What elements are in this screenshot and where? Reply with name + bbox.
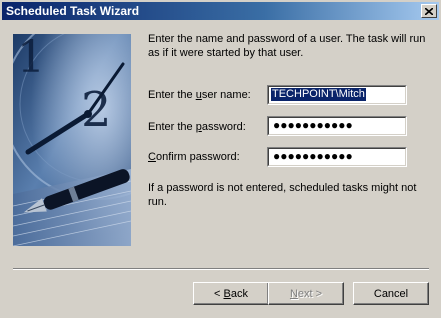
next-button-label: Next >: [290, 288, 322, 300]
clock-and-pen-illustration: 1 2: [13, 34, 131, 246]
next-button-access-key: N: [289, 287, 298, 300]
confirm-password-label: Confirm password:: [148, 151, 240, 163]
password-note: If a password is not entered, scheduled …: [148, 182, 417, 208]
username-label: Enter the user name:: [148, 89, 251, 101]
confirm-label-post: onfirm password:: [155, 151, 240, 163]
svg-text:2: 2: [81, 82, 112, 138]
intro-text: Enter the name and password of a user. T…: [148, 33, 426, 59]
username-label-pre: Enter the: [148, 89, 196, 101]
back-button[interactable]: < Back: [193, 282, 269, 305]
password-value: ●●●●●●●●●●●: [273, 118, 353, 132]
confirm-label-access-key: C: [148, 151, 156, 163]
window-title: Scheduled Task Wizard: [6, 4, 140, 18]
footer-separator: [13, 268, 429, 270]
next-button[interactable]: Next >: [268, 282, 344, 305]
back-button-arrow: <: [214, 287, 224, 300]
back-button-access-key: B: [223, 287, 231, 300]
scheduled-task-wizard-window: Scheduled Task Wizard 1 2 Enter the name…: [0, 0, 441, 318]
password-label-post: assword:: [201, 121, 246, 133]
cancel-button-label: Cancel: [373, 287, 409, 300]
svg-text:1: 1: [17, 34, 45, 83]
close-button[interactable]: [421, 4, 437, 18]
username-field[interactable]: TECHPOINT\Mitch: [267, 85, 407, 105]
confirm-password-field[interactable]: ●●●●●●●●●●●: [267, 147, 407, 167]
password-field[interactable]: ●●●●●●●●●●●: [267, 116, 407, 136]
username-value: TECHPOINT\Mitch: [271, 88, 366, 101]
close-icon: [425, 7, 433, 15]
next-button-rest: ext >: [297, 287, 323, 300]
cancel-button[interactable]: Cancel: [353, 282, 429, 305]
password-label: Enter the password:: [148, 121, 246, 133]
username-label-post: ser name:: [201, 89, 251, 101]
confirm-password-value: ●●●●●●●●●●●: [273, 149, 353, 163]
back-button-label: < Back: [214, 288, 248, 300]
title-bar[interactable]: Scheduled Task Wizard: [2, 2, 439, 20]
password-label-pre: Enter the: [148, 121, 196, 133]
back-button-rest: ack: [230, 287, 248, 300]
